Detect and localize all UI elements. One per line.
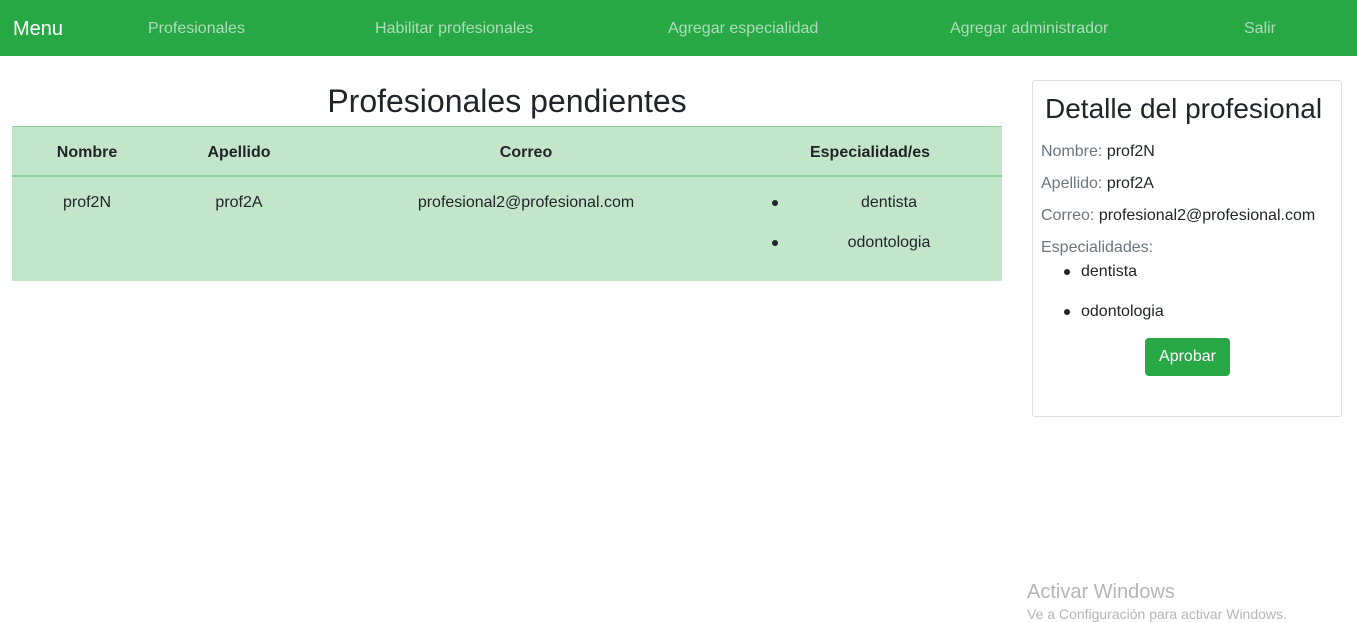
cell-correo: profesional2@profesional.com xyxy=(417,194,635,211)
detail-correo-value: profesional2@profesional.com xyxy=(1098,207,1316,224)
column-header-nombre: Nombre xyxy=(56,144,118,161)
windows-activation-subtitle: Ve a Configuración para activar Windows. xyxy=(1027,606,1287,622)
detail-nombre-label: Nombre: xyxy=(1041,143,1103,160)
cell-especialidad: dentista xyxy=(860,194,918,211)
column-header-especialidades: Especialidad/es xyxy=(809,144,931,161)
detail-correo-label: Correo: xyxy=(1041,207,1095,224)
detail-apellido-label: Apellido: xyxy=(1041,175,1103,192)
nav-link-agregar-administrador[interactable]: Agregar administrador xyxy=(950,19,1108,39)
list-bullet xyxy=(772,240,778,246)
detail-especialidad-item: odontologia xyxy=(1081,303,1164,320)
nav-link-habilitar-profesionales[interactable]: Habilitar profesionales xyxy=(375,19,533,39)
detail-title: Detalle del profesional xyxy=(1045,93,1323,124)
approve-button[interactable]: Aprobar xyxy=(1145,338,1230,376)
nav-link-profesionales[interactable]: Profesionales xyxy=(148,19,245,39)
detail-nombre-value: prof2N xyxy=(1106,143,1155,160)
professional-detail-card: Detalle del profesional Nombre: prof2N A… xyxy=(1032,80,1342,417)
list-bullet xyxy=(772,200,778,206)
list-bullet xyxy=(1064,269,1070,275)
cell-apellido: prof2A xyxy=(215,194,263,211)
pending-professionals-table: Nombre Apellido Correo Especialidad/es p… xyxy=(12,126,1002,281)
detail-nombre: Nombre: prof2N xyxy=(1041,142,1155,162)
detail-apellido-value: prof2A xyxy=(1106,175,1154,192)
cell-especialidad: odontologia xyxy=(847,234,931,251)
detail-especialidad-item: dentista xyxy=(1081,263,1138,280)
windows-activation-title: Activar Windows xyxy=(1027,581,1175,603)
header-divider xyxy=(12,175,1002,177)
detail-apellido: Apellido: prof2A xyxy=(1041,174,1154,194)
column-header-correo: Correo xyxy=(499,144,553,161)
detail-especialidades-label: Especialidades: xyxy=(1041,239,1154,256)
list-bullet xyxy=(1064,309,1070,315)
detail-correo: Correo: profesional2@profesional.com xyxy=(1041,206,1315,226)
nav-link-salir[interactable]: Salir xyxy=(1244,19,1276,39)
cell-nombre: prof2N xyxy=(62,194,112,211)
page-title: Profesionales pendientes xyxy=(327,83,687,119)
top-navbar: Menu Profesionales Habilitar profesional… xyxy=(0,0,1357,56)
navbar-brand[interactable]: Menu xyxy=(13,17,63,41)
nav-link-agregar-especialidad[interactable]: Agregar especialidad xyxy=(668,19,818,39)
column-header-apellido: Apellido xyxy=(207,144,271,161)
